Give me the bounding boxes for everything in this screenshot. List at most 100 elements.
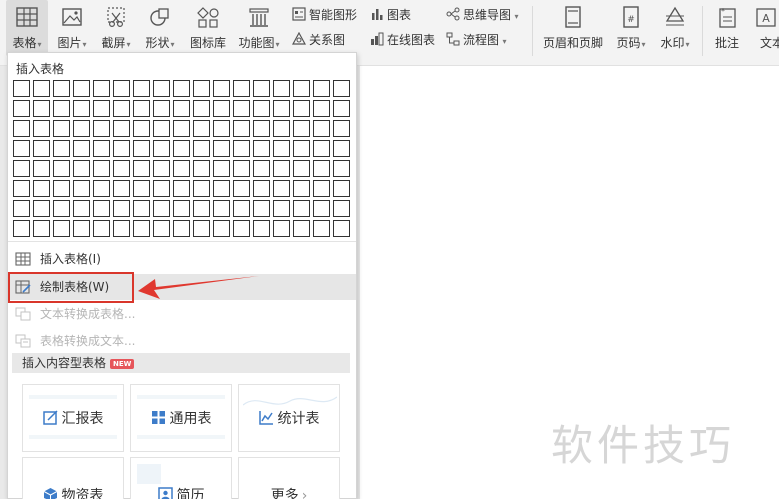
table-grid-cell[interactable]	[133, 120, 150, 137]
header-footer-button[interactable]: 页眉和页脚	[538, 0, 608, 56]
table-grid-cell[interactable]	[293, 140, 310, 157]
text-to-table-item[interactable]: 文本转换成表格...	[8, 301, 356, 327]
table-grid-cell[interactable]	[233, 200, 250, 217]
table-grid-cell[interactable]	[153, 160, 170, 177]
table-grid-cell[interactable]	[173, 100, 190, 117]
table-grid-cell[interactable]	[233, 180, 250, 197]
online-chart-button[interactable]: 在线图表	[370, 31, 435, 49]
table-grid-cell[interactable]	[213, 120, 230, 137]
table-grid-cell[interactable]	[53, 120, 70, 137]
table-size-grid[interactable]	[13, 80, 350, 237]
comment-button[interactable]: * 批注	[708, 0, 746, 56]
table-grid-cell[interactable]	[293, 100, 310, 117]
table-grid-cell[interactable]	[33, 160, 50, 177]
smart-graphic-button[interactable]: 智能图形	[292, 6, 357, 24]
table-grid-cell[interactable]	[253, 160, 270, 177]
more-templates-card[interactable]: 更多 ›	[238, 457, 340, 499]
table-grid-cell[interactable]	[253, 100, 270, 117]
table-grid-cell[interactable]	[33, 120, 50, 137]
table-grid-cell[interactable]	[73, 220, 90, 237]
table-grid-cell[interactable]	[73, 120, 90, 137]
table-grid-cell[interactable]	[193, 140, 210, 157]
screenshot-button[interactable]: 截屏▾	[96, 0, 136, 56]
table-grid-cell[interactable]	[273, 100, 290, 117]
table-grid-cell[interactable]	[93, 140, 110, 157]
statistics-table-card[interactable]: 统计表	[238, 384, 340, 452]
table-grid-cell[interactable]	[153, 200, 170, 217]
table-grid-cell[interactable]	[293, 120, 310, 137]
table-grid-cell[interactable]	[253, 220, 270, 237]
table-grid-cell[interactable]	[313, 180, 330, 197]
report-table-card[interactable]: 汇报表	[22, 384, 124, 452]
table-grid-cell[interactable]	[333, 80, 350, 97]
table-grid-cell[interactable]	[113, 100, 130, 117]
chart-button[interactable]: 图表	[370, 6, 411, 24]
table-grid-cell[interactable]	[73, 180, 90, 197]
table-grid-cell[interactable]	[173, 200, 190, 217]
table-grid-cell[interactable]	[333, 160, 350, 177]
table-grid-cell[interactable]	[33, 80, 50, 97]
table-grid-cell[interactable]	[273, 120, 290, 137]
table-grid-cell[interactable]	[313, 160, 330, 177]
table-grid-cell[interactable]	[93, 160, 110, 177]
flowchart-button[interactable]: 流程图 ▾	[446, 31, 507, 49]
table-grid-cell[interactable]	[53, 200, 70, 217]
table-grid-cell[interactable]	[213, 160, 230, 177]
table-grid-cell[interactable]	[193, 220, 210, 237]
table-grid-cell[interactable]	[313, 220, 330, 237]
table-grid-cell[interactable]	[333, 100, 350, 117]
table-grid-cell[interactable]	[33, 220, 50, 237]
shape-button[interactable]: 形状▾	[140, 0, 180, 56]
table-grid-cell[interactable]	[93, 180, 110, 197]
table-grid-cell[interactable]	[173, 140, 190, 157]
table-grid-cell[interactable]	[153, 120, 170, 137]
table-grid-cell[interactable]	[273, 140, 290, 157]
table-grid-cell[interactable]	[293, 160, 310, 177]
resume-card[interactable]: 简历	[130, 457, 232, 499]
table-grid-cell[interactable]	[113, 80, 130, 97]
table-grid-cell[interactable]	[173, 80, 190, 97]
table-grid-cell[interactable]	[153, 100, 170, 117]
table-grid-cell[interactable]	[213, 100, 230, 117]
table-grid-cell[interactable]	[13, 100, 30, 117]
table-grid-cell[interactable]	[313, 200, 330, 217]
table-grid-cell[interactable]	[333, 200, 350, 217]
table-grid-cell[interactable]	[113, 220, 130, 237]
table-grid-cell[interactable]	[193, 80, 210, 97]
table-grid-cell[interactable]	[333, 220, 350, 237]
table-grid-cell[interactable]	[113, 180, 130, 197]
table-grid-cell[interactable]	[33, 180, 50, 197]
mind-map-button[interactable]: 思维导图 ▾	[446, 6, 519, 24]
table-grid-cell[interactable]	[133, 140, 150, 157]
table-grid-cell[interactable]	[293, 80, 310, 97]
table-grid-cell[interactable]	[193, 200, 210, 217]
table-grid-cell[interactable]	[13, 160, 30, 177]
table-grid-cell[interactable]	[153, 180, 170, 197]
table-grid-cell[interactable]	[73, 200, 90, 217]
table-grid-cell[interactable]	[73, 100, 90, 117]
table-grid-cell[interactable]	[93, 220, 110, 237]
icon-library-button[interactable]: 图标库	[186, 0, 230, 56]
insert-table-item[interactable]: 插入表格(I)	[8, 246, 356, 272]
table-grid-cell[interactable]	[133, 220, 150, 237]
table-grid-cell[interactable]	[33, 100, 50, 117]
table-grid-cell[interactable]	[13, 180, 30, 197]
table-grid-cell[interactable]	[193, 180, 210, 197]
table-grid-cell[interactable]	[93, 100, 110, 117]
table-grid-cell[interactable]	[153, 220, 170, 237]
table-grid-cell[interactable]	[313, 140, 330, 157]
table-grid-cell[interactable]	[313, 120, 330, 137]
table-grid-cell[interactable]	[93, 120, 110, 137]
table-grid-cell[interactable]	[53, 100, 70, 117]
table-grid-cell[interactable]	[213, 140, 230, 157]
table-grid-cell[interactable]	[333, 180, 350, 197]
table-grid-cell[interactable]	[13, 80, 30, 97]
table-grid-cell[interactable]	[213, 180, 230, 197]
table-grid-cell[interactable]	[33, 140, 50, 157]
table-grid-cell[interactable]	[113, 120, 130, 137]
table-grid-cell[interactable]	[273, 180, 290, 197]
table-grid-cell[interactable]	[113, 140, 130, 157]
table-grid-cell[interactable]	[213, 220, 230, 237]
page-number-button[interactable]: # 页码▾	[612, 0, 650, 56]
table-grid-cell[interactable]	[193, 100, 210, 117]
